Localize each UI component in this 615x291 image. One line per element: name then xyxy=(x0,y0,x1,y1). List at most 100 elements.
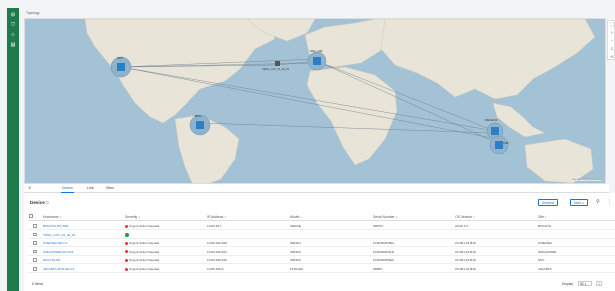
topology-map[interactable]: SFO PAR_LAB TRIAL_LOC_01_02_01 BOG BANGK… xyxy=(24,18,606,184)
items-count: 6 Items xyxy=(32,282,44,286)
col-serial-number[interactable]: Serial Number ↕ xyxy=(373,215,397,219)
col-severity[interactable]: Severity ↕ xyxy=(125,215,140,219)
cell-hostname[interactable]: JAKARTA-RTR-SD-C1 xyxy=(43,267,74,271)
zoom-in-icon[interactable]: + xyxy=(609,30,615,36)
bottom-tabs: ∨ Device Link Sites xyxy=(24,184,609,193)
col-hostname[interactable]: Hostname ↕ xyxy=(43,215,61,219)
site-label-par: PAR_LAB xyxy=(310,49,323,53)
table-title-text: Device xyxy=(30,200,45,205)
cell-os: 23.4R1.10-B10 xyxy=(455,258,476,263)
cell-severity xyxy=(125,233,129,237)
table-row[interactable]: JAKARTA-RTR-SD-C1 Urgent Action Needed 10.… xyxy=(28,265,615,273)
network-icon[interactable]: ⊹ xyxy=(10,32,16,38)
cell-os: 23.4R1.10-B10 xyxy=(455,249,476,254)
severity-text: Urgent Action Needed xyxy=(129,224,160,228)
breadcrumb[interactable]: Topology xyxy=(26,11,40,15)
tab-device[interactable]: Device xyxy=(62,186,73,190)
status-critical-icon xyxy=(125,241,128,245)
cell-model: ISR4K4 xyxy=(290,258,301,263)
cell-severity: Urgent Action Needed xyxy=(125,267,159,271)
table-row[interactable]: SINGAPORE-SD-C01 Urgent Action Needed 10.8… xyxy=(28,248,615,256)
severity-text: Urgent Action Needed xyxy=(129,258,160,263)
map-toolbar: ⛶ + − ≡ ⋖ xyxy=(607,20,615,60)
cell-hostname[interactable]: SINGAPORE-SD-C01 xyxy=(43,250,73,254)
header-divider xyxy=(28,220,615,221)
cell-hostname[interactable]: CHENNAI-SD-C1 xyxy=(43,241,67,245)
col-os-version[interactable]: OS Version ↕ xyxy=(455,215,475,219)
severity-text: Urgent Action Needed xyxy=(129,249,160,254)
cell-hostname[interactable]: BOGOTA-HQ-SD1 xyxy=(43,224,69,228)
table-row[interactable]: BOGOTA-HQ-SD1 Urgent Action Needed 10.80.1… xyxy=(28,222,615,230)
cell-site: BOGOTA xyxy=(538,224,552,228)
world-map[interactable]: SFO PAR_LAB TRIAL_LOC_01_02_01 BOG BANGK… xyxy=(25,19,606,184)
cell-serial: 9DB57 xyxy=(373,267,383,271)
site-label-sub: SUB xyxy=(503,141,509,145)
site-sub[interactable]: SUB xyxy=(489,135,509,155)
col-ip-address[interactable]: IP Address ↕ xyxy=(207,215,226,219)
row-checkbox[interactable] xyxy=(33,224,37,228)
cell-hostname[interactable]: TRIAL_LOC_01_02_01 xyxy=(43,233,75,237)
more-button[interactable]: More ∨ xyxy=(570,199,589,206)
cell-serial: SRDSY xyxy=(373,224,384,228)
row-checkbox[interactable] xyxy=(33,258,37,262)
site-label-sfo: SFO xyxy=(117,56,124,60)
cell-site: SFO xyxy=(538,258,545,263)
cell-model: ISR4K4 xyxy=(290,241,301,246)
row-checkbox[interactable] xyxy=(33,232,37,237)
rail-bar xyxy=(7,8,19,291)
zoom-out-icon[interactable]: − xyxy=(609,38,615,44)
table-row[interactable]: TRIAL_LOC_01_02_01 xyxy=(28,231,615,239)
tab-sites[interactable]: Sites xyxy=(106,186,114,190)
cell-model: FTD1020 xyxy=(290,267,303,271)
severity-text: Urgent Action Needed xyxy=(129,267,160,271)
cell-ip: 10.80.160.8 xyxy=(207,267,224,271)
cell-severity: Urgent Action Needed xyxy=(125,241,159,245)
asia xyxy=(380,19,596,100)
page-size-select[interactable]: 50 ∨ xyxy=(578,281,592,286)
layers-icon[interactable]: ≡ xyxy=(609,46,615,52)
cell-site: SINGAPORE xyxy=(538,249,557,254)
settings-icon[interactable]: ⋮ xyxy=(607,199,612,205)
cell-site: JAKARTA xyxy=(538,267,552,271)
cell-serial: FLM2304H9E0 xyxy=(373,258,394,263)
col-site[interactable]: Site ↕ xyxy=(538,215,546,219)
page-number-button[interactable]: 1 xyxy=(596,281,602,286)
select-all-checkbox[interactable] xyxy=(29,214,33,218)
cell-ip: 10.80.160.209 xyxy=(207,241,227,246)
cell-model: VEDGE xyxy=(290,224,301,228)
row-checkbox[interactable] xyxy=(33,249,37,254)
cell-ip: 10.80.160.220 xyxy=(207,258,227,263)
filter-icon[interactable]: ⚲ xyxy=(596,199,600,205)
deselect-button[interactable]: Deselect xyxy=(538,199,559,206)
cell-ip: 10.80.160.203 xyxy=(207,249,227,254)
list-icon[interactable]: ▤ xyxy=(10,42,16,48)
cell-hostname[interactable]: SFO-HQ-SD xyxy=(43,258,60,262)
cell-severity: Urgent Action Needed xyxy=(125,250,159,254)
device-table-panel: Device 0 Deselect More ∨ ⚲ ⋮ Hostname ↕ … xyxy=(24,193,615,291)
site-trial[interactable]: TRIAL_LOC_01_02_01 xyxy=(262,61,290,71)
cell-ip: 10.80.18.7 xyxy=(207,224,222,228)
site-label-trial: TRIAL_LOC_01_02_01 xyxy=(262,67,290,71)
grid-icon[interactable]: ⊞ xyxy=(10,12,16,18)
collapse-chevron-icon[interactable]: ∨ xyxy=(28,185,31,191)
cell-model: ISR4K4 xyxy=(290,249,301,254)
display-label: Display xyxy=(562,282,574,286)
table-row[interactable]: CHENNAI-SD-C1 Urgent Action Needed 10.80.1… xyxy=(28,239,615,248)
tab-link[interactable]: Link xyxy=(87,186,94,190)
table-row[interactable]: SFO-HQ-SD Urgent Action Needed 10.80.160.2… xyxy=(28,256,615,265)
cell-severity: Urgent Action Needed xyxy=(125,224,159,228)
row-checkbox[interactable] xyxy=(33,241,37,245)
cell-os: 23.4R1.10-B10 xyxy=(455,241,476,246)
row-checkbox[interactable] xyxy=(33,267,37,271)
shield-icon[interactable]: ⛉ xyxy=(10,22,16,28)
status-critical-icon xyxy=(125,267,128,271)
col-model[interactable]: Model ↕ xyxy=(290,215,302,219)
share-icon[interactable]: ⋖ xyxy=(609,54,615,60)
app-window: ⊞ ⛉ ⊹ ▤ Topology SFO PAR_LAB TRIAL_LOC_0… xyxy=(0,0,615,291)
site-label-bangkok: BANGKOK xyxy=(485,118,498,122)
fullscreen-icon[interactable]: ⛶ xyxy=(609,22,615,28)
status-critical-icon xyxy=(125,224,128,228)
status-ok-icon xyxy=(125,233,129,237)
status-critical-icon xyxy=(125,250,128,254)
cell-os: 20.09.1.3 xyxy=(455,224,468,228)
